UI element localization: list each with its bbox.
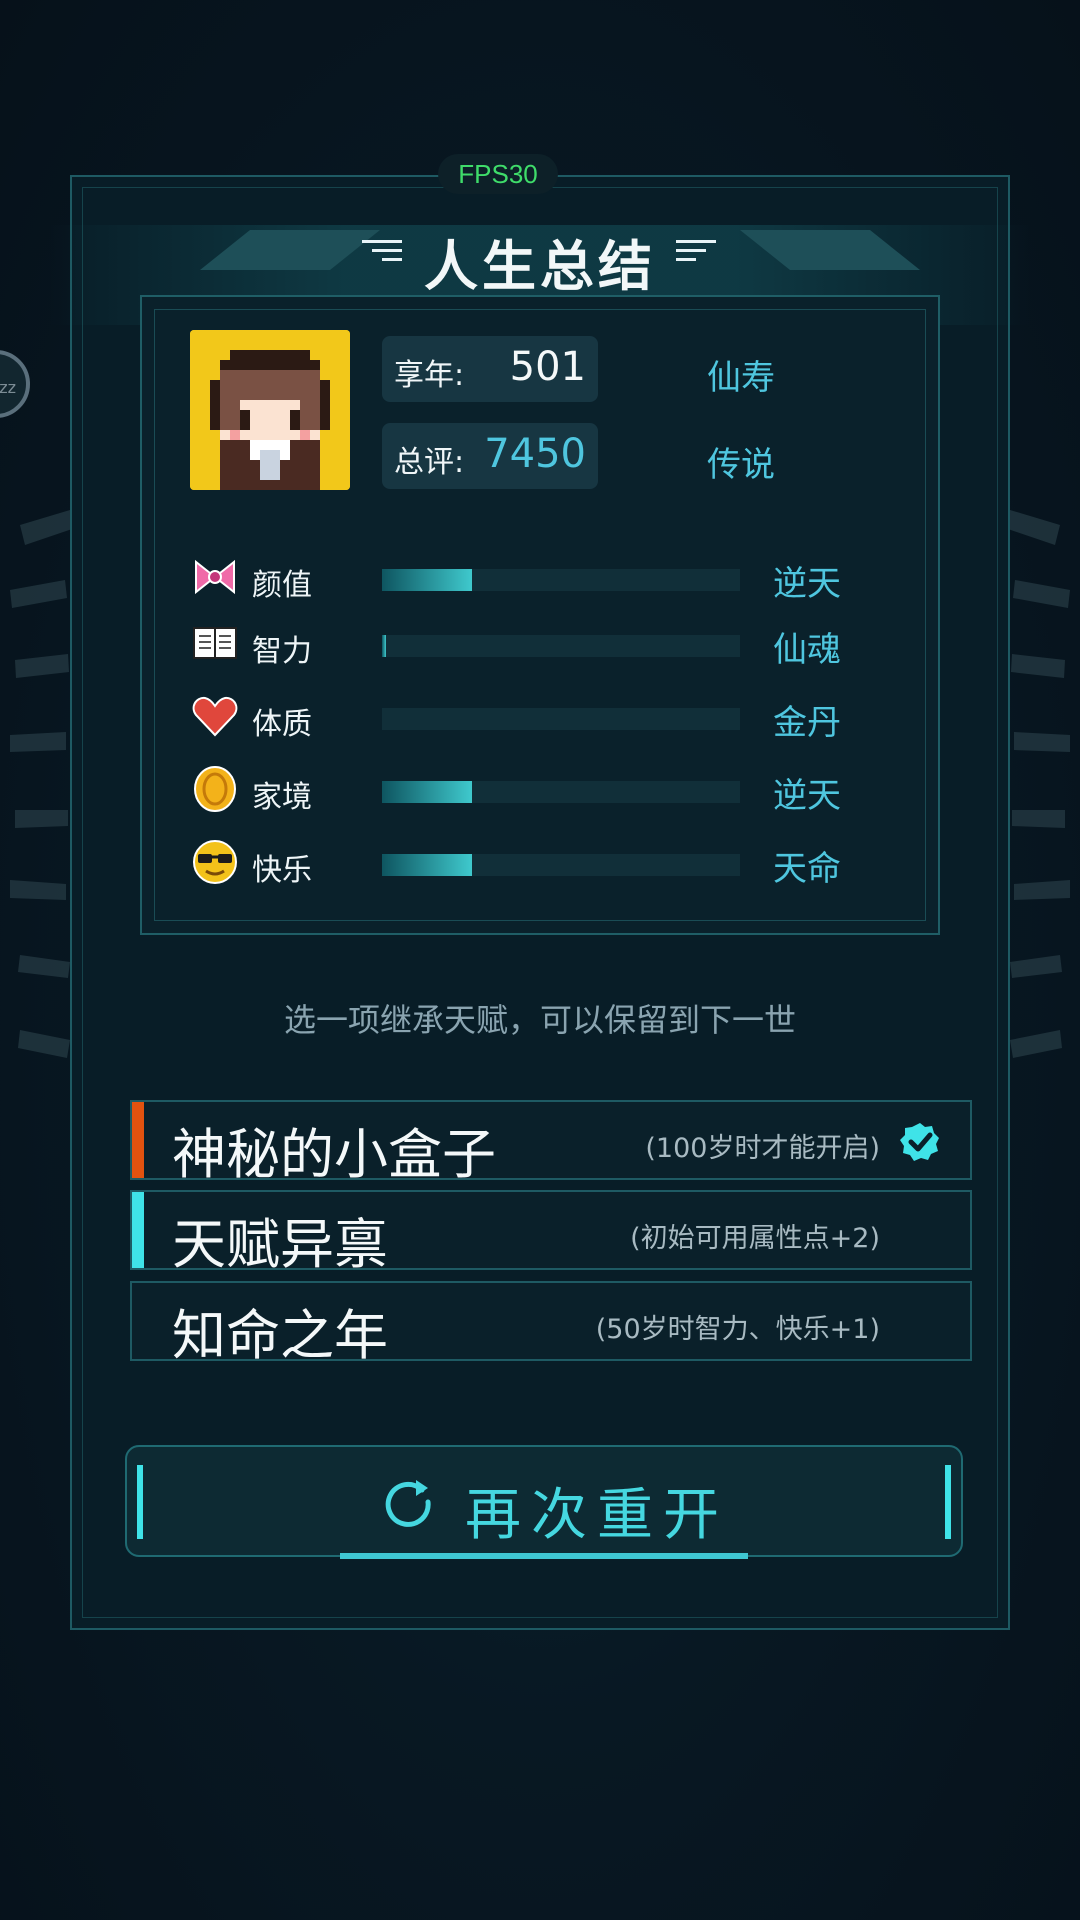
heart-icon bbox=[192, 696, 238, 737]
talent-name: 知命之年 bbox=[172, 1304, 388, 1367]
attribute-label: 智力 bbox=[252, 634, 312, 669]
attribute-grade: 金丹 bbox=[773, 703, 841, 743]
page-title: 人生总结 bbox=[424, 235, 656, 298]
talent-accent bbox=[132, 1102, 144, 1178]
attribute-grade: 仙魂 bbox=[773, 630, 841, 670]
bow-icon bbox=[195, 559, 235, 595]
score-box: 总评: 7450 bbox=[382, 423, 598, 489]
lifespan-grade: 仙寿 bbox=[707, 358, 775, 398]
talent-desc: (50岁时智力、快乐+1) bbox=[595, 1314, 880, 1345]
attribute-row-family: 家境 逆天 bbox=[190, 764, 860, 816]
fps-counter: FPS30 bbox=[438, 154, 558, 194]
inherit-hint: 选一项继承天赋，可以保留到下一世 bbox=[283, 1001, 796, 1039]
attribute-bar bbox=[382, 781, 740, 803]
attribute-row-happiness: 快乐 天命 bbox=[190, 837, 860, 889]
talent-option-1[interactable]: 神秘的小盒子 (100岁时才能开启) bbox=[130, 1100, 972, 1186]
attribute-bar bbox=[382, 569, 740, 591]
attribute-bar bbox=[382, 635, 740, 657]
attribute-bar bbox=[382, 854, 740, 876]
check-icon bbox=[900, 1123, 939, 1161]
avatar bbox=[190, 330, 350, 490]
attribute-bar-fill bbox=[382, 781, 472, 803]
sunglasses-icon bbox=[193, 840, 237, 884]
attribute-label: 体质 bbox=[252, 707, 312, 742]
attribute-label: 快乐 bbox=[252, 853, 312, 888]
attribute-bar-fill bbox=[382, 635, 386, 657]
attribute-grade: 逆天 bbox=[773, 776, 841, 816]
attribute-bar bbox=[382, 708, 740, 730]
attribute-row-appearance: 颜值 逆天 bbox=[190, 552, 860, 604]
score-label: 总评: bbox=[394, 445, 465, 480]
pixel-character-icon bbox=[190, 330, 350, 490]
attribute-label: 颜值 bbox=[252, 568, 312, 603]
restart-underline bbox=[340, 1553, 748, 1559]
talent-desc: (100岁时才能开启) bbox=[645, 1133, 880, 1164]
refresh-icon bbox=[385, 1480, 431, 1527]
talent-option-2[interactable]: 天赋异禀 (初始可用属性点+2) bbox=[130, 1190, 972, 1276]
talent-name: 天赋异禀 bbox=[172, 1213, 388, 1276]
score-grade: 传说 bbox=[707, 445, 775, 485]
lifespan-value: 501 bbox=[509, 344, 586, 390]
book-icon bbox=[193, 627, 237, 659]
attribute-bar-fill bbox=[382, 569, 472, 591]
lifespan-box: 享年: 501 bbox=[382, 336, 598, 402]
attribute-row-constitution: 体质 金丹 bbox=[190, 691, 860, 743]
talent-option-3[interactable]: 知命之年 (50岁时智力、快乐+1) bbox=[130, 1281, 972, 1367]
score-value: 7450 bbox=[484, 431, 586, 477]
attribute-grade: 天命 bbox=[773, 849, 841, 889]
talent-desc: (初始可用属性点+2) bbox=[630, 1223, 880, 1254]
attribute-grade: 逆天 bbox=[773, 564, 841, 604]
talent-name: 神秘的小盒子 bbox=[172, 1123, 496, 1186]
attribute-bar-fill bbox=[382, 854, 472, 876]
lifespan-label: 享年: bbox=[394, 358, 465, 393]
restart-label: 再次重开 bbox=[465, 1483, 729, 1548]
attribute-label: 家境 bbox=[252, 780, 312, 815]
coin-icon bbox=[194, 766, 236, 812]
attribute-row-intelligence: 智力 仙魂 bbox=[190, 618, 860, 670]
talent-accent bbox=[132, 1192, 144, 1268]
